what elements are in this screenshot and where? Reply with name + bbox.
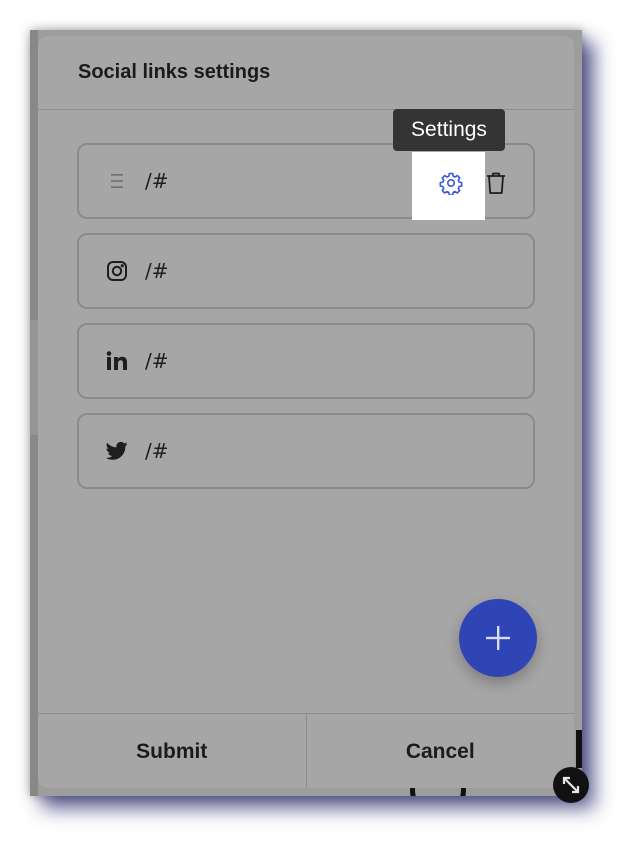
- link-url[interactable]: /#: [145, 349, 169, 373]
- submit-button[interactable]: Submit: [38, 714, 307, 788]
- link-url[interactable]: /#: [145, 169, 169, 193]
- cancel-button[interactable]: Cancel: [307, 714, 575, 788]
- link-url[interactable]: /#: [145, 439, 169, 463]
- settings-tooltip: Settings: [393, 109, 505, 151]
- add-link-button[interactable]: [459, 599, 537, 677]
- background-text-fragment: [576, 730, 582, 768]
- plus-icon: [486, 626, 510, 650]
- linkedin-icon: [105, 349, 129, 373]
- instagram-icon: [105, 259, 129, 283]
- delete-trash-icon[interactable]: [484, 170, 508, 196]
- link-row[interactable]: /#: [77, 233, 535, 309]
- twitter-icon: [105, 439, 129, 463]
- resize-handle[interactable]: [553, 767, 589, 803]
- resize-arrows-icon: [562, 776, 580, 794]
- dialog-footer: Submit Cancel: [38, 713, 574, 788]
- settings-gear-icon[interactable]: [438, 170, 464, 196]
- link-url[interactable]: /#: [145, 259, 169, 283]
- drag-handle-icon[interactable]: [105, 169, 129, 193]
- dialog-header: Social links settings: [38, 36, 574, 110]
- link-row[interactable]: /#: [77, 413, 535, 489]
- background-edge-mark: [30, 320, 38, 435]
- link-row[interactable]: /#: [77, 143, 535, 220]
- dialog-title: Social links settings: [78, 61, 271, 83]
- link-row[interactable]: /#: [77, 323, 535, 399]
